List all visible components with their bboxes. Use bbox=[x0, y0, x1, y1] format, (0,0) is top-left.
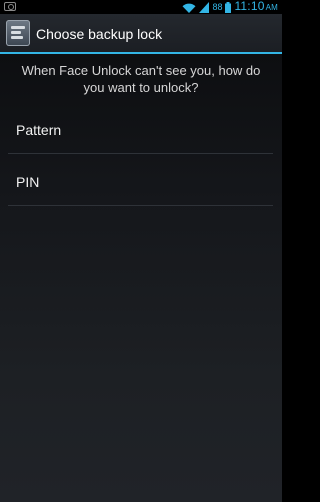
clock: 11:10AM bbox=[234, 0, 278, 15]
screenshot-icon bbox=[4, 2, 16, 11]
unlock-prompt: When Face Unlock can't see you, how do y… bbox=[21, 63, 261, 95]
option-pattern[interactable]: Pattern bbox=[8, 106, 273, 154]
clock-time: 11:10 bbox=[234, 0, 265, 13]
status-icons: 88 11:10AM bbox=[182, 0, 278, 14]
action-bar: Choose backup lock bbox=[0, 14, 282, 54]
status-bar: 88 11:10AM bbox=[0, 0, 282, 14]
wifi-icon bbox=[182, 3, 196, 13]
option-label: Pattern bbox=[16, 122, 62, 138]
option-pin[interactable]: PIN bbox=[8, 158, 273, 206]
battery-level: 88 bbox=[212, 2, 223, 12]
settings-app-icon[interactable] bbox=[6, 20, 30, 46]
option-label: PIN bbox=[16, 174, 40, 190]
signal-icon bbox=[199, 1, 210, 13]
screen: 88 11:10AM Choose backup lock When Face … bbox=[0, 0, 282, 502]
page-title: Choose backup lock bbox=[36, 26, 163, 42]
battery-icon bbox=[225, 1, 232, 13]
clock-ampm: AM bbox=[265, 3, 278, 12]
